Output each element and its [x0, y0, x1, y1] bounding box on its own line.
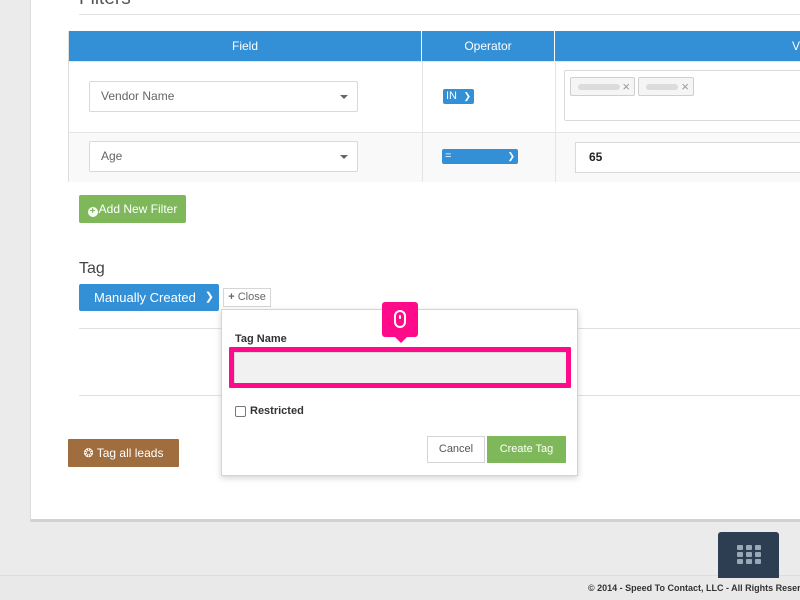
divider — [577, 328, 800, 329]
chevron-down-icon: ❯ — [507, 151, 515, 161]
value-multiselect[interactable]: × × — [564, 70, 800, 121]
restricted-checkbox[interactable] — [235, 406, 246, 417]
filters-section-title: Filters — [79, 0, 131, 10]
close-button-label: Close — [237, 291, 266, 303]
divider — [79, 328, 224, 329]
field-select-value: Vendor Name — [101, 89, 175, 103]
value-chip: × — [570, 77, 635, 96]
caret-down-icon — [340, 155, 348, 159]
tag-name-label: Tag Name — [235, 333, 287, 345]
redacted-value — [646, 84, 678, 90]
operator-select-value: IN — [446, 90, 457, 102]
cancel-button[interactable]: Cancel — [427, 436, 485, 463]
divider — [79, 395, 224, 396]
click-target-highlight — [229, 347, 571, 388]
mouse-click-indicator — [382, 302, 418, 343]
section-divider — [79, 14, 800, 15]
redacted-value — [578, 84, 620, 90]
column-header-field: Field — [69, 31, 422, 61]
create-tag-button[interactable]: Create Tag — [487, 436, 566, 463]
tag-mode-dropdown[interactable]: Manually Created ❯ — [79, 284, 219, 311]
tag-all-leads-label: Tag all leads — [96, 446, 164, 460]
add-new-filter-button[interactable]: + Add New Filter — [79, 195, 186, 223]
operator-select-in[interactable]: IN ❯ — [443, 89, 474, 104]
grid-icon — [737, 545, 761, 564]
value-input-age[interactable]: 65 — [575, 142, 800, 173]
plus-circle-icon: + — [87, 207, 98, 217]
value-chip: × — [638, 77, 694, 96]
mouse-icon — [394, 310, 406, 328]
divider — [577, 395, 800, 396]
footer-copyright: © 2014 - Speed To Contact, LLC - All Rig… — [588, 583, 800, 593]
remove-chip-icon[interactable]: × — [622, 79, 630, 94]
field-select-value: Age — [101, 149, 123, 163]
field-select-age[interactable]: Age — [89, 141, 358, 172]
field-select-vendor-name[interactable]: Vendor Name — [89, 81, 358, 112]
tags-icon: ❂ — [83, 446, 94, 460]
tag-all-leads-button[interactable]: ❂ Tag all leads — [68, 439, 179, 467]
restricted-label: Restricted — [250, 405, 304, 417]
add-new-filter-label: Add New Filter — [98, 202, 178, 216]
operator-select-equals[interactable]: = ❯ — [442, 149, 518, 164]
close-button[interactable]: + Close — [223, 288, 271, 307]
tag-section-label: Tag — [79, 260, 105, 277]
column-header-operator: Operator — [422, 31, 555, 61]
chevron-down-icon: ❯ — [463, 91, 471, 101]
caret-down-icon — [340, 95, 348, 99]
remove-chip-icon[interactable]: × — [681, 79, 689, 94]
plus-icon: + — [228, 291, 235, 303]
filters-table-header: Field Operator V — [69, 31, 800, 61]
tag-mode-label: Manually Created — [94, 290, 196, 305]
app-grid-button[interactable] — [718, 532, 779, 578]
column-header-value: V — [792, 39, 800, 53]
chevron-down-icon: ❯ — [204, 291, 214, 303]
operator-select-value: = — [445, 150, 452, 162]
